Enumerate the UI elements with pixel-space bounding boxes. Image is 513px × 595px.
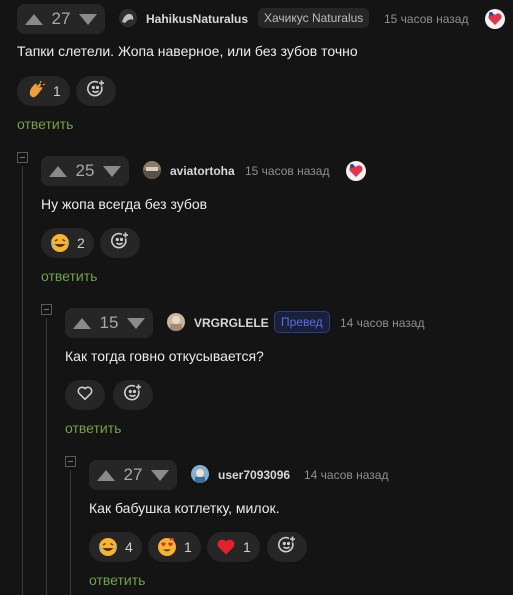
reply-link[interactable]: ответить	[89, 572, 145, 588]
reply-link[interactable]: ответить	[65, 420, 121, 436]
downvote-icon[interactable]	[126, 317, 145, 329]
collapse-toggle[interactable]	[41, 304, 52, 315]
collapse-toggle[interactable]	[65, 456, 76, 467]
add-reaction-button[interactable]	[267, 532, 307, 562]
add-emoji-icon	[86, 79, 106, 104]
add-emoji-icon	[277, 535, 297, 560]
reaction-button[interactable]: 1	[207, 532, 260, 562]
add-reaction-button[interactable]	[76, 76, 116, 106]
comment-text: Как бабушка котлетку, милок.	[89, 500, 280, 516]
reaction-count: 1	[243, 539, 251, 555]
username[interactable]: HahikusNaturalus	[146, 12, 248, 26]
reply-link[interactable]: ответить	[17, 116, 73, 132]
add-reaction-button[interactable]	[100, 228, 140, 258]
comment-text: Как тогда говно откусывается?	[65, 348, 264, 364]
heart-outline-icon	[76, 384, 94, 407]
reply-link[interactable]: ответить	[41, 268, 97, 284]
upvote-icon[interactable]	[49, 165, 67, 177]
user-badge: Превед	[274, 311, 330, 333]
red-heart-icon	[216, 537, 236, 557]
upvote-icon[interactable]	[73, 317, 91, 329]
reaction-button[interactable]: 1	[148, 532, 201, 562]
vote-widget: 25	[41, 156, 129, 186]
thread-line	[46, 318, 47, 595]
vote-count: 27	[51, 9, 71, 28]
avatar[interactable]	[119, 9, 137, 27]
laughing-emoji-icon	[50, 233, 70, 253]
reaction-button[interactable]: 4	[89, 532, 142, 562]
downvote-icon[interactable]	[102, 165, 121, 177]
add-emoji-icon	[110, 231, 130, 256]
clap-emoji-icon	[26, 81, 46, 101]
vote-widget: 27	[89, 460, 177, 490]
comment-text: Ну жопа всегда без зубов	[41, 196, 208, 212]
reaction-button[interactable]: 1	[17, 76, 70, 106]
timestamp[interactable]: 14 часов назад	[340, 316, 424, 330]
vote-count: 27	[123, 465, 143, 484]
thread-line	[70, 470, 71, 595]
username[interactable]: user7093096	[218, 468, 290, 482]
comment-text: Тапки слетели. Жопа наверное, или без зу…	[17, 43, 358, 59]
downvote-icon[interactable]	[150, 469, 169, 481]
avatar[interactable]	[167, 313, 185, 331]
add-emoji-icon	[123, 383, 143, 408]
collapse-toggle[interactable]	[17, 152, 28, 163]
community-logo-icon	[345, 160, 367, 187]
timestamp[interactable]: 15 часов назад	[384, 12, 468, 26]
reaction-count: 1	[53, 83, 61, 99]
timestamp[interactable]: 15 часов назад	[245, 164, 329, 178]
downvote-icon[interactable]	[78, 13, 97, 25]
username[interactable]: VRGRGLELE	[194, 316, 269, 330]
reaction-count: 1	[184, 539, 192, 555]
laughing-emoji-icon	[98, 537, 118, 557]
avatar[interactable]	[191, 465, 209, 483]
reaction-count: 4	[125, 539, 133, 555]
vote-count: 15	[99, 313, 119, 332]
vote-widget: 27	[17, 4, 105, 34]
upvote-icon[interactable]	[97, 469, 115, 481]
heart-eyes-emoji-icon	[157, 537, 177, 557]
reaction-count: 2	[77, 235, 85, 251]
reaction-button[interactable]: 2	[41, 228, 94, 258]
reaction-button[interactable]	[65, 380, 105, 410]
thread-line	[22, 166, 23, 595]
community-logo-icon	[484, 8, 506, 35]
vote-count: 25	[75, 161, 95, 180]
user-badge: Хачикус Naturalus	[258, 8, 370, 28]
username[interactable]: aviatortoha	[170, 164, 235, 178]
vote-widget: 15	[65, 308, 153, 338]
add-reaction-button[interactable]	[113, 380, 153, 410]
avatar[interactable]	[143, 161, 161, 179]
timestamp[interactable]: 14 часов назад	[304, 468, 388, 482]
upvote-icon[interactable]	[25, 13, 43, 25]
